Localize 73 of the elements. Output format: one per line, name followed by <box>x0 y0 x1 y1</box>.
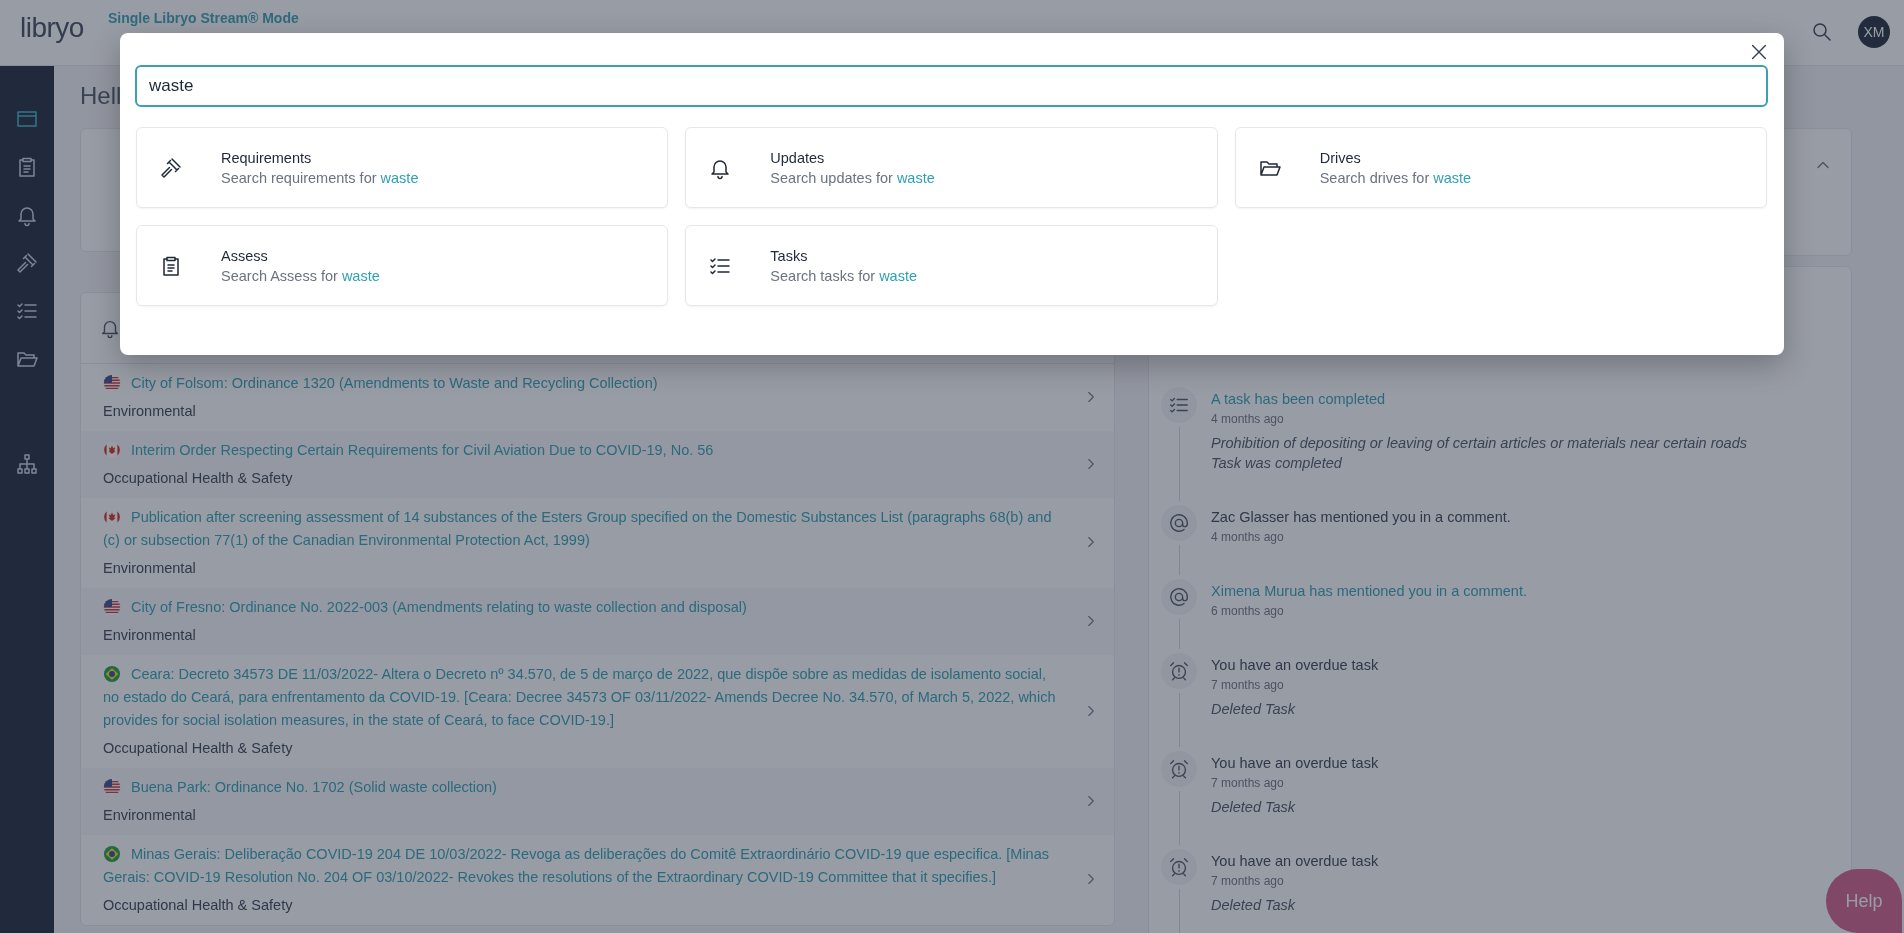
activity-detail: Task was completed <box>1211 454 1343 473</box>
logo[interactable]: libryo <box>20 12 84 44</box>
search-result-card[interactable]: Assess Search Assess for waste <box>136 225 669 306</box>
update-row[interactable]: City of Folsom: Ordinance 1320 (Amendments to Waste and Recycling Collection) Environmental <box>81 364 1114 431</box>
activity-detail: Deleted Task <box>1211 798 1297 817</box>
update-category: Occupational Health & Safety <box>103 896 294 915</box>
activity-time: 7 months ago <box>1211 873 1285 890</box>
update-category: Occupational Health & Safety <box>103 739 294 758</box>
search-icon[interactable] <box>1810 20 1834 44</box>
update-title[interactable]: City of Folsom: Ordinance 1320 (Amendments to Waste and Recycling Collection) <box>103 372 1066 395</box>
result-title: Drives <box>1319 148 1362 168</box>
at-sign-icon <box>1161 505 1197 541</box>
update-row[interactable]: Buena Park: Ordinance No. 1702 (Solid waste collection) Environmental <box>81 768 1114 835</box>
flag-icon <box>103 508 121 526</box>
activity-detail: Deleted Task <box>1211 700 1297 719</box>
at-sign-icon <box>1161 579 1197 615</box>
activity-time: 7 months ago <box>1211 775 1285 792</box>
result-description: Search requirements for waste <box>221 168 419 188</box>
update-title[interactable]: Buena Park: Ordinance No. 1702 (Solid waste collection) <box>103 776 1066 799</box>
search-result-card[interactable]: Updates Search updates for waste <box>685 127 1218 208</box>
search-result-card[interactable]: Tasks Search tasks for waste <box>685 225 1218 306</box>
update-category: Environmental <box>103 402 197 421</box>
alarm-clock-icon <box>1161 751 1197 787</box>
update-category: Environmental <box>103 626 197 645</box>
mode-label: Single Libryo Stream® Mode <box>107 10 299 26</box>
checklist-icon <box>1161 387 1197 423</box>
flag-icon <box>103 778 121 796</box>
activity-detail: Deleted Task <box>1211 896 1297 915</box>
activity-title: You have an overdue task <box>1211 754 1380 773</box>
activity-time: 6 months ago <box>1211 603 1285 620</box>
activity-time: 7 months ago <box>1211 677 1285 694</box>
activity-title: You have an overdue task <box>1211 852 1380 871</box>
alarm-clock-icon <box>1161 653 1197 689</box>
flag-icon <box>103 845 121 863</box>
flag-icon <box>103 598 121 616</box>
activity-title: Zac Glasser has mentioned you in a comment. <box>1211 508 1512 527</box>
search-result-card[interactable]: Requirements Search requirements for waste <box>136 127 669 208</box>
update-row[interactable]: Interim Order Respecting Certain Requirements for Civil Aviation Due to COVID-19, No. 56 Occupational Health & Safety <box>81 431 1114 498</box>
result-title: Requirements <box>221 148 313 168</box>
update-category: Occupational Health & Safety <box>103 469 294 488</box>
flag-icon <box>103 665 121 683</box>
update-title[interactable]: City of Fresno: Ordinance No. 2022-003 (Amendments relating to waste collection and disposal) <box>103 596 1066 619</box>
result-description: Search tasks for waste <box>770 266 917 286</box>
hierarchy-icon[interactable] <box>15 452 39 476</box>
result-title: Updates <box>770 148 826 168</box>
gavel-icon <box>159 155 183 180</box>
result-description: Search drives for waste <box>1319 168 1472 188</box>
activity-title[interactable]: Ximena Murua has mentioned you in a comment. <box>1211 581 1831 601</box>
activity-detail: Prohibition of depositing or leaving of certain articles or materials near certain roads <box>1211 434 1748 453</box>
result-description: Search updates for waste <box>770 168 935 188</box>
update-title[interactable]: Interim Order Respecting Certain Requirements for Civil Aviation Due to COVID-19, No. 56 <box>103 439 1066 462</box>
activity-title: You have an overdue task <box>1211 656 1380 675</box>
activity-time: 4 months ago <box>1211 529 1285 546</box>
activity-time: 4 months ago <box>1211 411 1285 428</box>
activity-title[interactable]: A task has been completed <box>1211 389 1831 409</box>
result-description: Search Assess for waste <box>221 266 380 286</box>
update-title[interactable]: Minas Gerais: Deliberação COVID-19 204 DE 10/03/2022- Revoga as deliberações do Comitê Extraordinário COVID-19 que especifica. [Minas Gerais: COVID-19 Resolution No. 204 OF 03/10/2022- Revokes the resolutions of the Extraordinary COVID-19 Committee that it specifies.] <box>103 843 1066 889</box>
help-button[interactable]: Help <box>1826 869 1902 933</box>
alarm-clock-icon <box>1161 849 1197 885</box>
flag-icon <box>103 441 121 459</box>
update-title[interactable]: Publication after screening assessment of 14 substances of the Esters Group specified on the Domestic Substances List (paragraphs 68(b) and (c) or subsection 77(1) of the Canadian Environmental Protection Act, 1999) <box>103 506 1066 552</box>
gavel-icon[interactable] <box>15 251 39 275</box>
result-title: Assess <box>221 246 269 266</box>
page-heading: Hell <box>80 81 122 111</box>
search-field[interactable]: waste <box>135 65 1768 107</box>
result-title: Tasks <box>770 246 809 266</box>
update-row[interactable]: City of Fresno: Ordinance No. 2022-003 (Amendments relating to waste collection and disposal) Environmental <box>81 588 1114 655</box>
avatar[interactable]: XM <box>1858 16 1890 48</box>
flag-icon <box>103 374 121 392</box>
update-title[interactable]: Ceara: Decreto 34573 DE 11/03/2022- Altera o Decreto nº 34.570, de 5 de março de 2022, que dispõe sobre as medidas de isolamento social, no estado do Ceará, para enfrentamento da COVID-19. [Ceara: Decree 34573 OF 03/11/2022- Amends Decree No. 34.570, of March 5, 2022, which provides for social isolation measures, in the state of Ceará, to face COVID-19.] <box>103 663 1066 732</box>
search-result-card[interactable]: Drives Search drives for waste <box>1234 127 1767 208</box>
update-category: Environmental <box>103 559 197 578</box>
update-category: Environmental <box>103 806 197 825</box>
